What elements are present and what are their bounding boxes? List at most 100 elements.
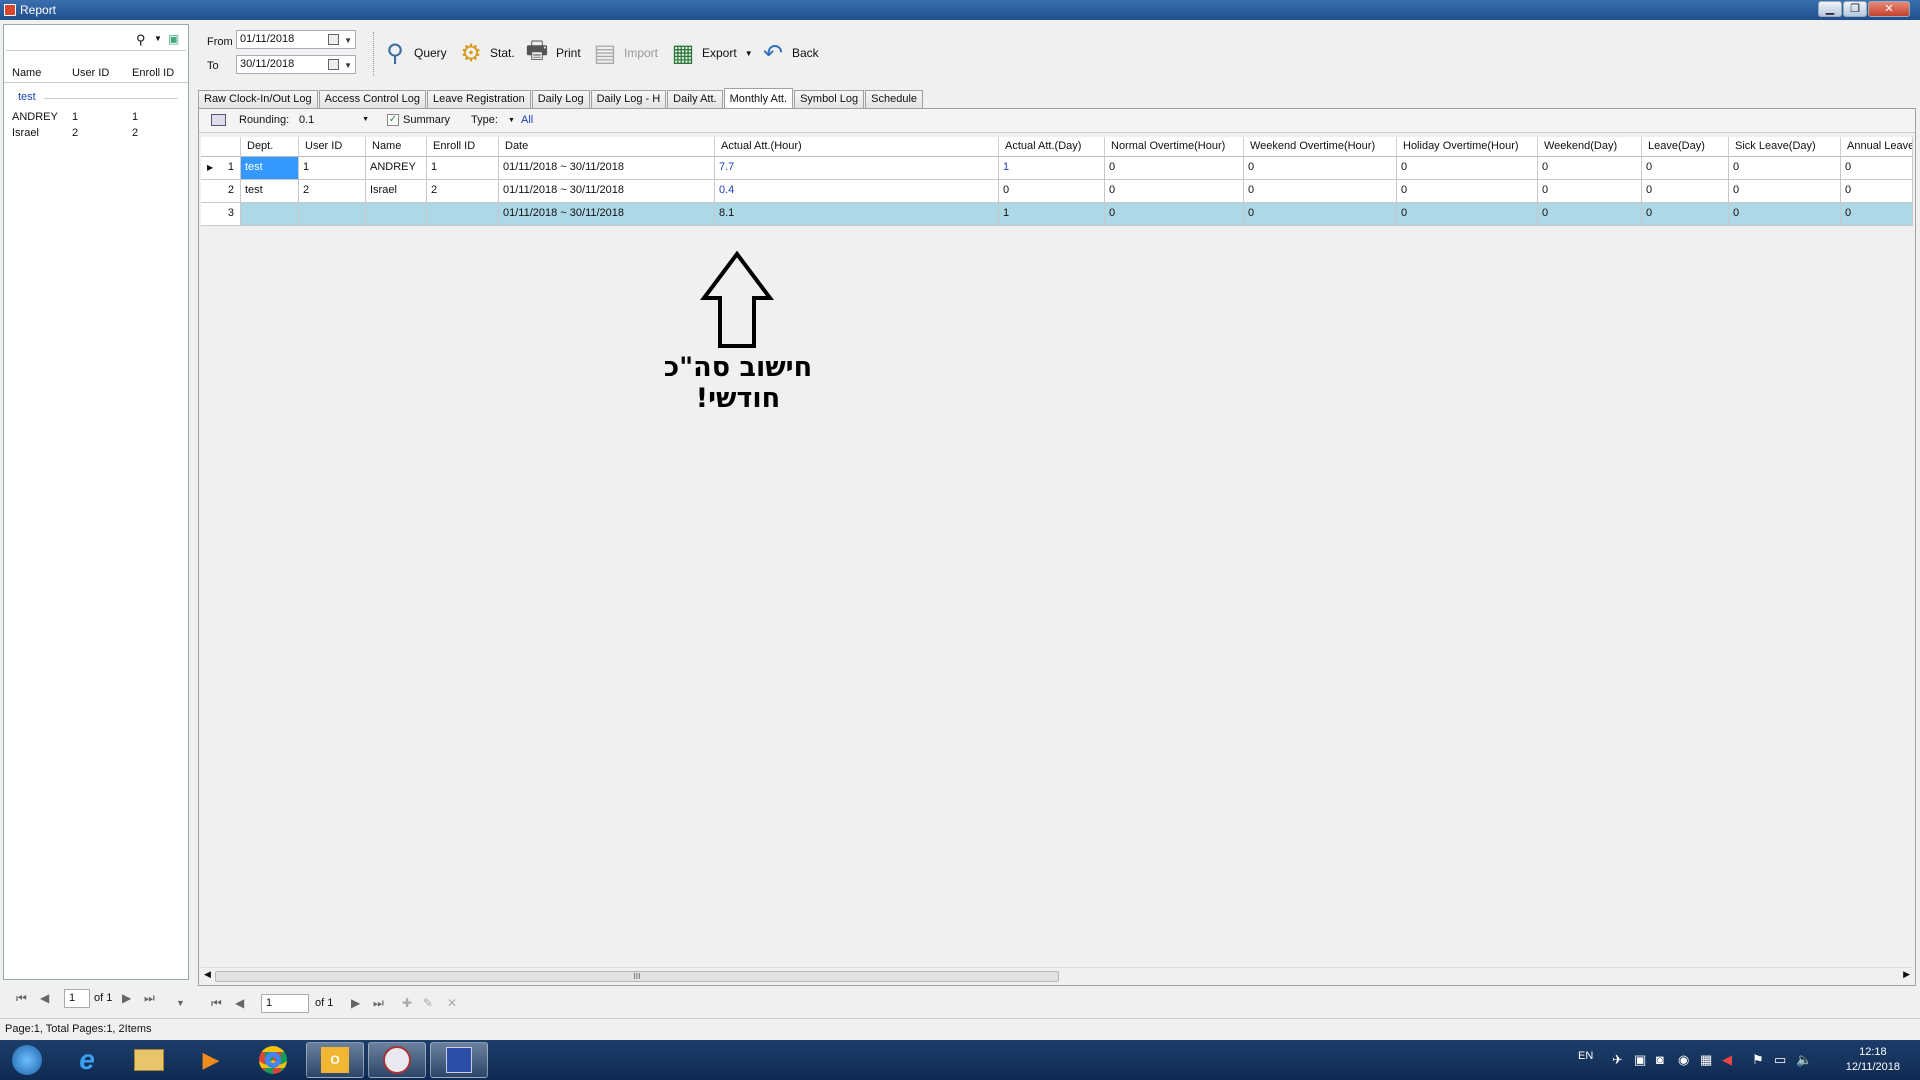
- to-date-input[interactable]: 30/11/2018 ▼: [236, 55, 356, 74]
- delete-icon[interactable]: ✕: [447, 996, 457, 1010]
- tab-access-control-log[interactable]: Access Control Log: [318, 90, 426, 108]
- left-search-bar[interactable]: ⚲ ▼ ▣: [6, 29, 186, 51]
- cell-annual-leave[interactable]: 0: [1841, 180, 1913, 203]
- col-user-id[interactable]: User ID: [72, 67, 109, 79]
- network-icon[interactable]: ▭: [1774, 1052, 1786, 1068]
- cell-enroll-id[interactable]: [427, 203, 499, 226]
- scroll-right-icon[interactable]: ▶: [1903, 969, 1910, 980]
- start-button[interactable]: [2, 1042, 52, 1078]
- cell-enroll-id[interactable]: 1: [427, 157, 499, 180]
- cell-annual-leave[interactable]: 0: [1841, 157, 1913, 180]
- group-row[interactable]: test: [4, 89, 188, 105]
- tray-icon-1[interactable]: ✈: [1612, 1052, 1623, 1068]
- col-normal-overtime[interactable]: Normal Overtime(Hour): [1105, 137, 1244, 157]
- cell-normal-overtime[interactable]: 0: [1105, 157, 1244, 180]
- left-page-input[interactable]: 1: [64, 989, 90, 1008]
- cell-actual-att-hour[interactable]: 8.1: [715, 203, 999, 226]
- cell-holiday-overtime[interactable]: 0: [1397, 180, 1538, 203]
- last-page-icon[interactable]: ⏭: [144, 991, 155, 1006]
- cell-actual-att-hour[interactable]: 7.7: [715, 157, 999, 180]
- cell-user-id[interactable]: 1: [299, 157, 366, 180]
- query-button[interactable]: ⚲ Query: [380, 36, 446, 70]
- list-item[interactable]: ANDREY 1 1: [4, 109, 188, 125]
- taskbar-report-app[interactable]: [430, 1042, 488, 1078]
- cell-holiday-overtime[interactable]: 0: [1397, 203, 1538, 226]
- flag-icon[interactable]: ⚑: [1752, 1052, 1764, 1068]
- close-button[interactable]: ✕: [1868, 1, 1910, 17]
- col-enroll-id[interactable]: Enroll ID: [427, 137, 499, 157]
- language-indicator[interactable]: EN: [1578, 1050, 1593, 1062]
- summary-checkbox[interactable]: ✓: [387, 114, 399, 126]
- cell-date[interactable]: 01/11/2018 ~ 30/11/2018: [499, 203, 715, 226]
- tab-daily-log-h[interactable]: Daily Log - H: [590, 90, 667, 108]
- cell-dept[interactable]: [241, 203, 299, 226]
- col-annual-leave[interactable]: Annual Leave(: [1841, 137, 1913, 157]
- tab-raw-clock-log[interactable]: Raw Clock-In/Out Log: [198, 90, 318, 108]
- taskbar-explorer[interactable]: [120, 1042, 178, 1078]
- cell-normal-overtime[interactable]: 0: [1105, 180, 1244, 203]
- chevron-down-icon[interactable]: ▼: [344, 36, 352, 45]
- col-name[interactable]: Name: [12, 67, 41, 79]
- cell-actual-att-hour[interactable]: 0.4: [715, 180, 999, 203]
- cell-leave-day[interactable]: 0: [1642, 203, 1729, 226]
- cell-actual-att-day[interactable]: 1: [999, 203, 1105, 226]
- cell-actual-att-day[interactable]: 0: [999, 180, 1105, 203]
- calendar-icon[interactable]: [328, 34, 339, 45]
- prev-page-icon[interactable]: ◀: [40, 991, 49, 1005]
- last-page-icon[interactable]: ⏭: [373, 996, 384, 1011]
- pager-menu-icon[interactable]: ▼: [176, 998, 185, 1008]
- col-date[interactable]: Date: [499, 137, 715, 157]
- stat-button[interactable]: ⚙ Stat.: [456, 36, 514, 70]
- cell-dept[interactable]: test: [241, 180, 299, 203]
- type-value[interactable]: All: [521, 114, 533, 126]
- chevron-down-icon[interactable]: ▼: [745, 49, 753, 58]
- taskbar-chrome[interactable]: [244, 1042, 302, 1078]
- cell-sick-leave-day[interactable]: 0: [1729, 203, 1841, 226]
- horizontal-scrollbar[interactable]: ◀ III ▶: [201, 967, 1913, 983]
- tab-daily-att[interactable]: Daily Att.: [667, 90, 723, 108]
- col-name[interactable]: Name: [366, 137, 427, 157]
- chevron-down-icon[interactable]: ▼: [154, 34, 162, 43]
- cell-date[interactable]: 01/11/2018 ~ 30/11/2018: [499, 180, 715, 203]
- col-enroll-id[interactable]: Enroll ID: [132, 67, 174, 79]
- cell-weekend-day[interactable]: 0: [1538, 180, 1642, 203]
- calendar-icon[interactable]: [328, 59, 339, 70]
- cell-leave-day[interactable]: 0: [1642, 180, 1729, 203]
- tray-icon-3[interactable]: ◙: [1656, 1052, 1664, 1067]
- minimize-button[interactable]: ▁: [1818, 1, 1842, 17]
- tab-leave-registration[interactable]: Leave Registration: [427, 90, 531, 108]
- row-header[interactable]: ▶ 1: [201, 157, 241, 180]
- import-button[interactable]: ▤ Import: [590, 36, 658, 70]
- col-leave-day[interactable]: Leave(Day): [1642, 137, 1729, 157]
- clock[interactable]: 12:18 12/11/2018: [1846, 1045, 1900, 1075]
- scroll-left-icon[interactable]: ◀: [204, 969, 211, 980]
- chevron-down-icon[interactable]: ▼: [344, 61, 352, 70]
- cell-weekend-overtime[interactable]: 0: [1244, 203, 1397, 226]
- tray-icon-2[interactable]: ▣: [1634, 1052, 1646, 1068]
- search-icon[interactable]: ⚲: [136, 32, 146, 48]
- cell-weekend-day[interactable]: 0: [1538, 203, 1642, 226]
- cell-weekend-overtime[interactable]: 0: [1244, 157, 1397, 180]
- cell-leave-day[interactable]: 0: [1642, 157, 1729, 180]
- cell-sick-leave-day[interactable]: 0: [1729, 157, 1841, 180]
- col-holiday-overtime[interactable]: Holiday Overtime(Hour): [1397, 137, 1538, 157]
- cell-weekend-day[interactable]: 0: [1538, 157, 1642, 180]
- chevron-down-icon[interactable]: ▼: [508, 117, 515, 124]
- tray-icon-6[interactable]: ◀: [1722, 1052, 1732, 1068]
- first-page-icon[interactable]: ⏮: [16, 991, 27, 1006]
- tab-schedule[interactable]: Schedule: [865, 90, 924, 108]
- tab-daily-log[interactable]: Daily Log: [531, 90, 590, 108]
- layout-icon[interactable]: [211, 114, 226, 126]
- col-actual-att-hour[interactable]: Actual Att.(Hour): [715, 137, 999, 157]
- cell-date[interactable]: 01/11/2018 ~ 30/11/2018: [499, 157, 715, 180]
- taskbar-outlook[interactable]: O: [306, 1042, 364, 1078]
- export-button[interactable]: ▦ Export ▼: [668, 36, 753, 70]
- cell-name[interactable]: ANDREY: [366, 157, 427, 180]
- rounding-select[interactable]: 0.1 ▼: [297, 112, 371, 129]
- volume-icon[interactable]: 🔈: [1796, 1052, 1812, 1068]
- col-weekend-overtime[interactable]: Weekend Overtime(Hour): [1244, 137, 1397, 157]
- taskbar-media-player[interactable]: ▶: [182, 1042, 240, 1078]
- taskbar-app[interactable]: [368, 1042, 426, 1078]
- col-weekend-day[interactable]: Weekend(Day): [1538, 137, 1642, 157]
- tray-icon-4[interactable]: ◉: [1678, 1052, 1689, 1068]
